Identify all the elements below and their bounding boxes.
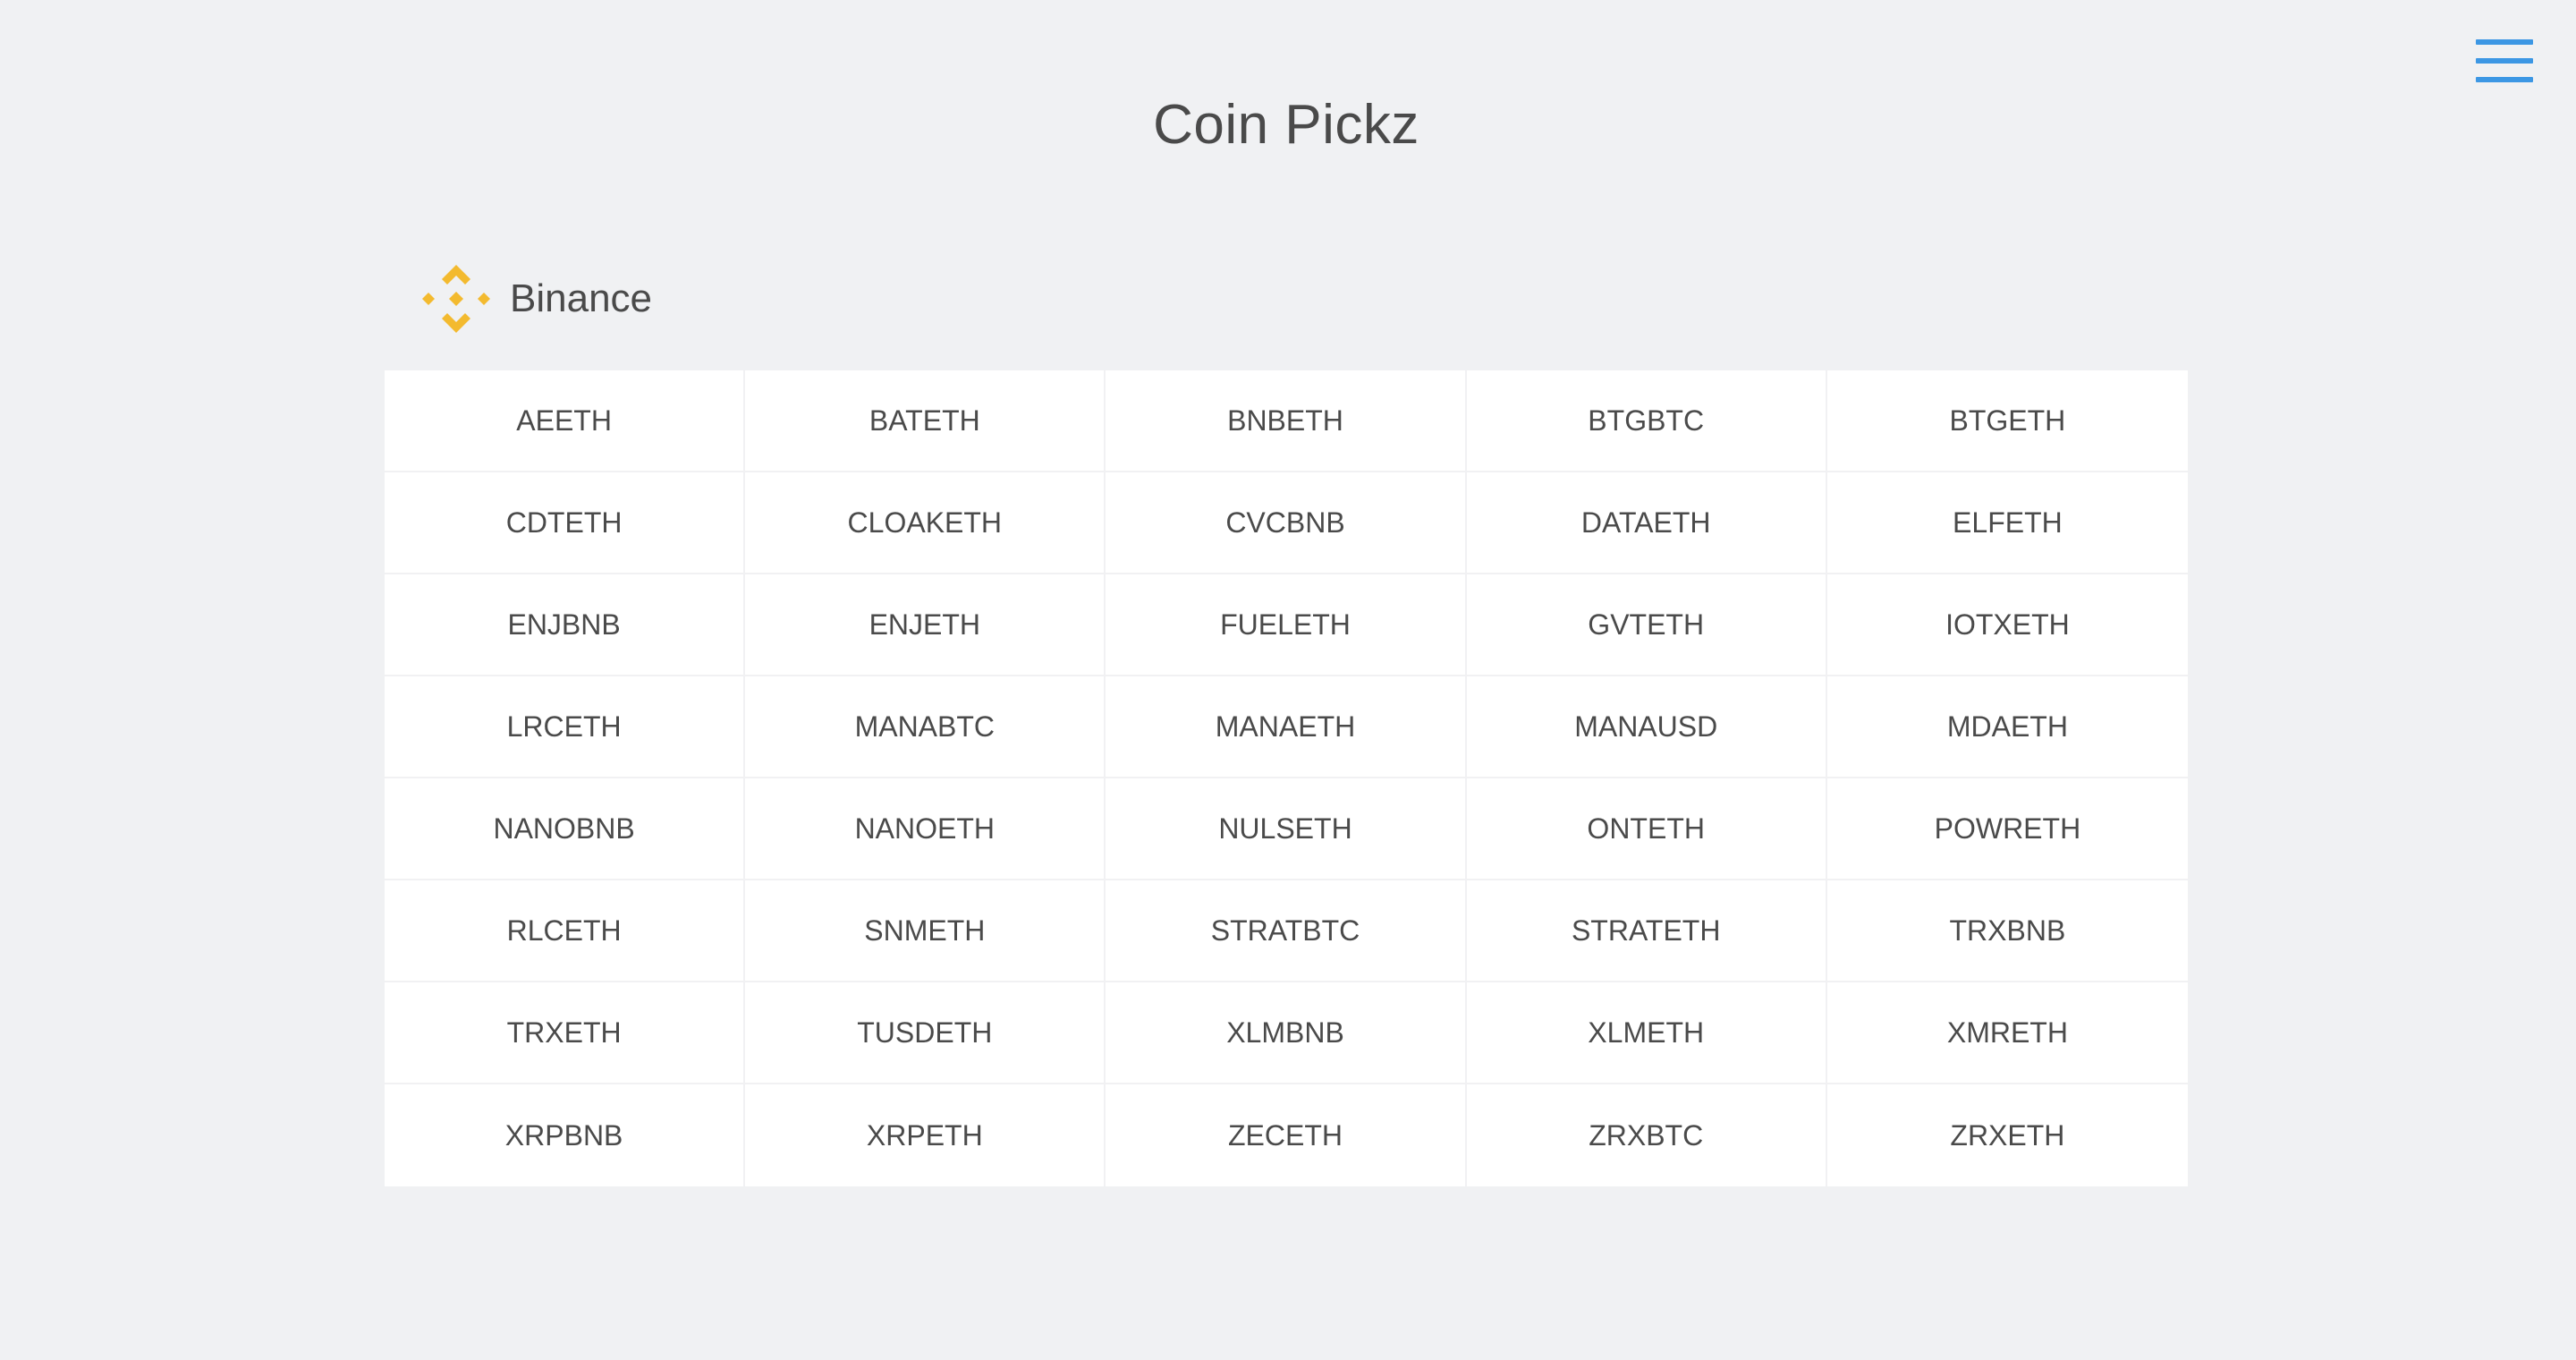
pair-cell[interactable]: MANAUSD <box>1466 676 1827 778</box>
pair-cell[interactable]: XRPBNB <box>385 1084 746 1186</box>
pair-cell[interactable]: XLMETH <box>1466 982 1827 1084</box>
menu-bar <box>2476 39 2533 45</box>
menu-bar <box>2476 58 2533 64</box>
pair-cell[interactable]: BNBETH <box>1106 370 1467 472</box>
pair-cell[interactable]: AEETH <box>385 370 746 472</box>
pair-cell[interactable]: STRATBTC <box>1106 880 1467 982</box>
pair-cell[interactable]: TUSDETH <box>745 982 1106 1084</box>
pair-cell[interactable]: IOTXETH <box>1826 574 2188 676</box>
pair-cell[interactable]: TRXETH <box>385 982 746 1084</box>
exchange-name: Binance <box>510 276 653 320</box>
pair-cell[interactable]: ZRXBTC <box>1467 1084 1827 1186</box>
pair-cell[interactable]: LRCETH <box>385 676 746 778</box>
pair-cell[interactable]: BATETH <box>745 370 1106 472</box>
pair-cell[interactable]: RLCETH <box>385 880 746 982</box>
hamburger-menu-icon[interactable] <box>2476 39 2533 82</box>
pair-cell[interactable]: TRXBNB <box>1826 880 2188 982</box>
pair-cell[interactable]: CVCBNB <box>1106 472 1467 574</box>
page-title: Coin Pickz <box>1153 94 1419 156</box>
pair-cell[interactable]: POWRETH <box>1826 778 2188 880</box>
pair-cell[interactable]: XMRETH <box>1826 982 2188 1084</box>
pair-cell[interactable]: ZRXETH <box>1827 1084 2188 1186</box>
pair-cell[interactable]: CLOAKETH <box>745 472 1106 574</box>
pair-cell[interactable]: MANABTC <box>745 676 1106 778</box>
pair-cell[interactable]: STRATETH <box>1466 880 1827 982</box>
pair-cell[interactable]: ENJBNB <box>385 574 746 676</box>
exchange-header: Binance <box>419 261 652 336</box>
pair-cell[interactable]: MDAETH <box>1826 676 2188 778</box>
pair-cell[interactable]: SNMETH <box>745 880 1106 982</box>
pair-cell[interactable]: NULSETH <box>1106 778 1467 880</box>
pair-cell[interactable]: ONTETH <box>1466 778 1827 880</box>
pair-cell[interactable]: XRPETH <box>745 1084 1106 1186</box>
menu-bar <box>2476 77 2533 82</box>
pair-cell[interactable]: FUELETH <box>1106 574 1467 676</box>
pair-cell[interactable]: ENJETH <box>745 574 1106 676</box>
pair-cell[interactable]: ZECETH <box>1106 1084 1467 1186</box>
pair-cell[interactable]: XLMBNB <box>1106 982 1467 1084</box>
binance-logo-icon <box>422 265 490 333</box>
pair-cell[interactable]: CDTETH <box>385 472 746 574</box>
pair-cell[interactable]: MANAETH <box>1106 676 1467 778</box>
pair-cell[interactable]: ELFETH <box>1826 472 2188 574</box>
pair-cell[interactable]: GVTETH <box>1466 574 1827 676</box>
page: Coin Pickz Binance AEETH BATETH BNBETH BTGB… <box>0 0 2576 1360</box>
pair-cell[interactable]: BTGETH <box>1826 370 2188 472</box>
pair-cell[interactable]: DATAETH <box>1466 472 1827 574</box>
pair-cell[interactable]: BTGBTC <box>1466 370 1827 472</box>
pair-cell[interactable]: NANOBNB <box>385 778 746 880</box>
pair-cell[interactable]: NANOETH <box>745 778 1106 880</box>
pair-grid: AEETH BATETH BNBETH BTGBTC BTGETH CDTETH CLOAK… <box>385 370 2188 1186</box>
